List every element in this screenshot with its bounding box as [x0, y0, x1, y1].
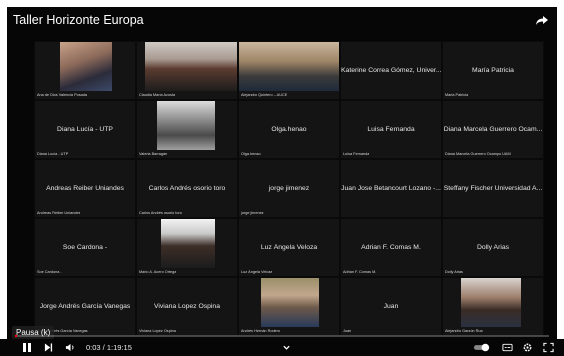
- participant-tile: Adrian F. Comas M. Adrian F. Comas M.: [340, 218, 442, 277]
- participant-label: Ana de Dios Valencia Posada: [37, 93, 87, 97]
- participant-label: Andreas Reiber Uniandes: [37, 211, 81, 215]
- participant-tile: Andrés Hernán Rodero: [238, 277, 340, 336]
- participant-tile: Juan Jose Betancourt Lozano -...: [340, 159, 442, 218]
- participant-label: Olga.henao: [241, 152, 261, 156]
- participant-name: Juan: [383, 302, 399, 310]
- participant-tile: jorge jimenez jorge jimenez: [238, 159, 340, 218]
- participant-label: Diana Marcela Guerrero Ocampo UAM: [445, 152, 511, 156]
- participant-name: Luisa Fernanda: [367, 125, 415, 133]
- fullscreen-icon[interactable]: [543, 342, 554, 353]
- participant-label: Soe Cardona -: [37, 270, 62, 274]
- participant-name: Luz Ángela Veloza: [260, 243, 318, 251]
- participant-name: María Patricia: [472, 66, 514, 74]
- participant-name: Andreas Reiber Uniandes: [46, 184, 124, 192]
- progress-fill: [15, 335, 17, 337]
- participant-label: Alejandro Quintero – AUCE: [241, 93, 288, 97]
- participant-tile: Viviana Lopez Ospina Viviana Lopez Ospina: [136, 277, 238, 336]
- participant-tile: Dolly Arias Dolly Arias: [442, 218, 544, 277]
- participant-tile: Diana Lucía - UTP Diana Lucía - UTP: [34, 100, 136, 159]
- participant-tile: Alejandro Quintero – AUCE: [238, 41, 340, 100]
- participant-tile: Ana de Dios Valencia Posada: [34, 41, 136, 100]
- participant-tile: Soe Cardona - Soe Cardona -: [34, 218, 136, 277]
- participant-label: Andrés Hernán Rodero: [241, 329, 281, 333]
- video-title: Taller Horizonte Europa: [13, 13, 144, 27]
- participant-label: Dolly Arias: [445, 270, 463, 274]
- player-controls: [0, 339, 564, 356]
- share-icon[interactable]: [535, 13, 549, 27]
- participant-tile: Katerine Correa Gómez, Univer...: [340, 41, 442, 100]
- subtitles-icon[interactable]: [502, 342, 513, 353]
- video-player[interactable]: Taller Horizonte Europa Ana de Dios Vale…: [7, 7, 557, 353]
- participant-tile: Carlos Andrés osorio toro Carlos Andrés o…: [136, 159, 238, 218]
- participant-video: [161, 219, 215, 268]
- participant-name: Katerine Correa Gómez, Univer...: [341, 66, 441, 74]
- participant-tile: Andreas Reiber Uniandes Andreas Reiber Un…: [34, 159, 136, 218]
- participant-name: Steffany Fischer Universidad A...: [443, 184, 543, 192]
- participant-tile: Diana Marcela Guerrero Ocam... Diana Marc…: [442, 100, 544, 159]
- volume-icon[interactable]: [65, 342, 76, 353]
- participant-name: Carlos Andrés osorio toro: [148, 184, 226, 192]
- participant-name: Diana Marcela Guerrero Ocam...: [443, 125, 543, 133]
- participant-label: Juan: [343, 329, 352, 333]
- participant-name: Olga.henao: [271, 125, 307, 133]
- pause-icon[interactable]: [22, 342, 32, 353]
- participant-label: Claudia María Acosta: [139, 93, 176, 97]
- participant-label: Viviana Lopez Ospina: [139, 329, 176, 333]
- participant-tile: Steffany Fischer Universidad A...: [442, 159, 544, 218]
- participant-label: Valeria Barragán: [139, 152, 168, 156]
- participant-name: Jorge Andrés García Vanegas: [39, 302, 131, 310]
- participant-label: Maria Patricia: [445, 93, 469, 97]
- participant-video: [157, 101, 215, 150]
- progress-bar[interactable]: [15, 335, 549, 337]
- participant-tile: Olga.henao Olga.henao: [238, 100, 340, 159]
- next-icon[interactable]: [44, 342, 53, 353]
- pause-tooltip: Pausa (k): [12, 326, 55, 339]
- participant-tile: Alejandro Garzón Rua: [442, 277, 544, 336]
- participant-name: jorge jimenez: [268, 184, 310, 192]
- participant-label: Luisa Fernanda: [343, 152, 370, 156]
- autoplay-toggle[interactable]: [473, 342, 492, 353]
- participant-video: [261, 278, 319, 327]
- participant-tile: Claudia María Acosta: [136, 41, 238, 100]
- participant-name: Adrian F. Comas M.: [361, 243, 421, 251]
- participant-label: Adrian F. Comas M.: [343, 270, 377, 274]
- participant-label: Carlos Andrés osorio toro: [139, 211, 182, 215]
- participant-tile: Juan Juan: [340, 277, 442, 336]
- participant-tile: Mario A. Acero Ortega: [136, 218, 238, 277]
- participant-label: Mario A. Acero Ortega: [139, 270, 177, 274]
- time-display: 0:03 / 1:19:15: [86, 343, 132, 352]
- participant-grid: Ana de Dios Valencia Posada Claudia María…: [34, 41, 544, 337]
- participant-video: [461, 278, 521, 327]
- participant-video: [60, 42, 112, 91]
- participant-label: Luz Ángela Veloza: [241, 270, 273, 274]
- chevron-down-icon[interactable]: [282, 342, 291, 353]
- participant-tile: Luz Ángela Veloza Luz Ángela Veloza: [238, 218, 340, 277]
- participant-label: Alejandro Garzón Rua: [445, 329, 483, 333]
- participant-name: Soe Cardona -: [62, 243, 108, 251]
- participant-name: Diana Lucía - UTP: [57, 125, 113, 133]
- participant-tile: Valeria Barragán: [136, 100, 238, 159]
- participant-video: [239, 42, 339, 91]
- participant-tile: María Patricia Maria Patricia: [442, 41, 544, 100]
- participant-label: jorge jimenez: [241, 211, 264, 215]
- participant-name: Juan Jose Betancourt Lozano -...: [341, 184, 441, 192]
- participant-tile: Luisa Fernanda Luisa Fernanda: [340, 100, 442, 159]
- participant-name: Dolly Arias: [476, 243, 510, 251]
- participant-video: [145, 42, 237, 91]
- participant-name: Viviana Lopez Ospina: [153, 302, 220, 310]
- participant-label: Diana Lucía - UTP: [37, 152, 69, 156]
- settings-icon[interactable]: [522, 342, 533, 353]
